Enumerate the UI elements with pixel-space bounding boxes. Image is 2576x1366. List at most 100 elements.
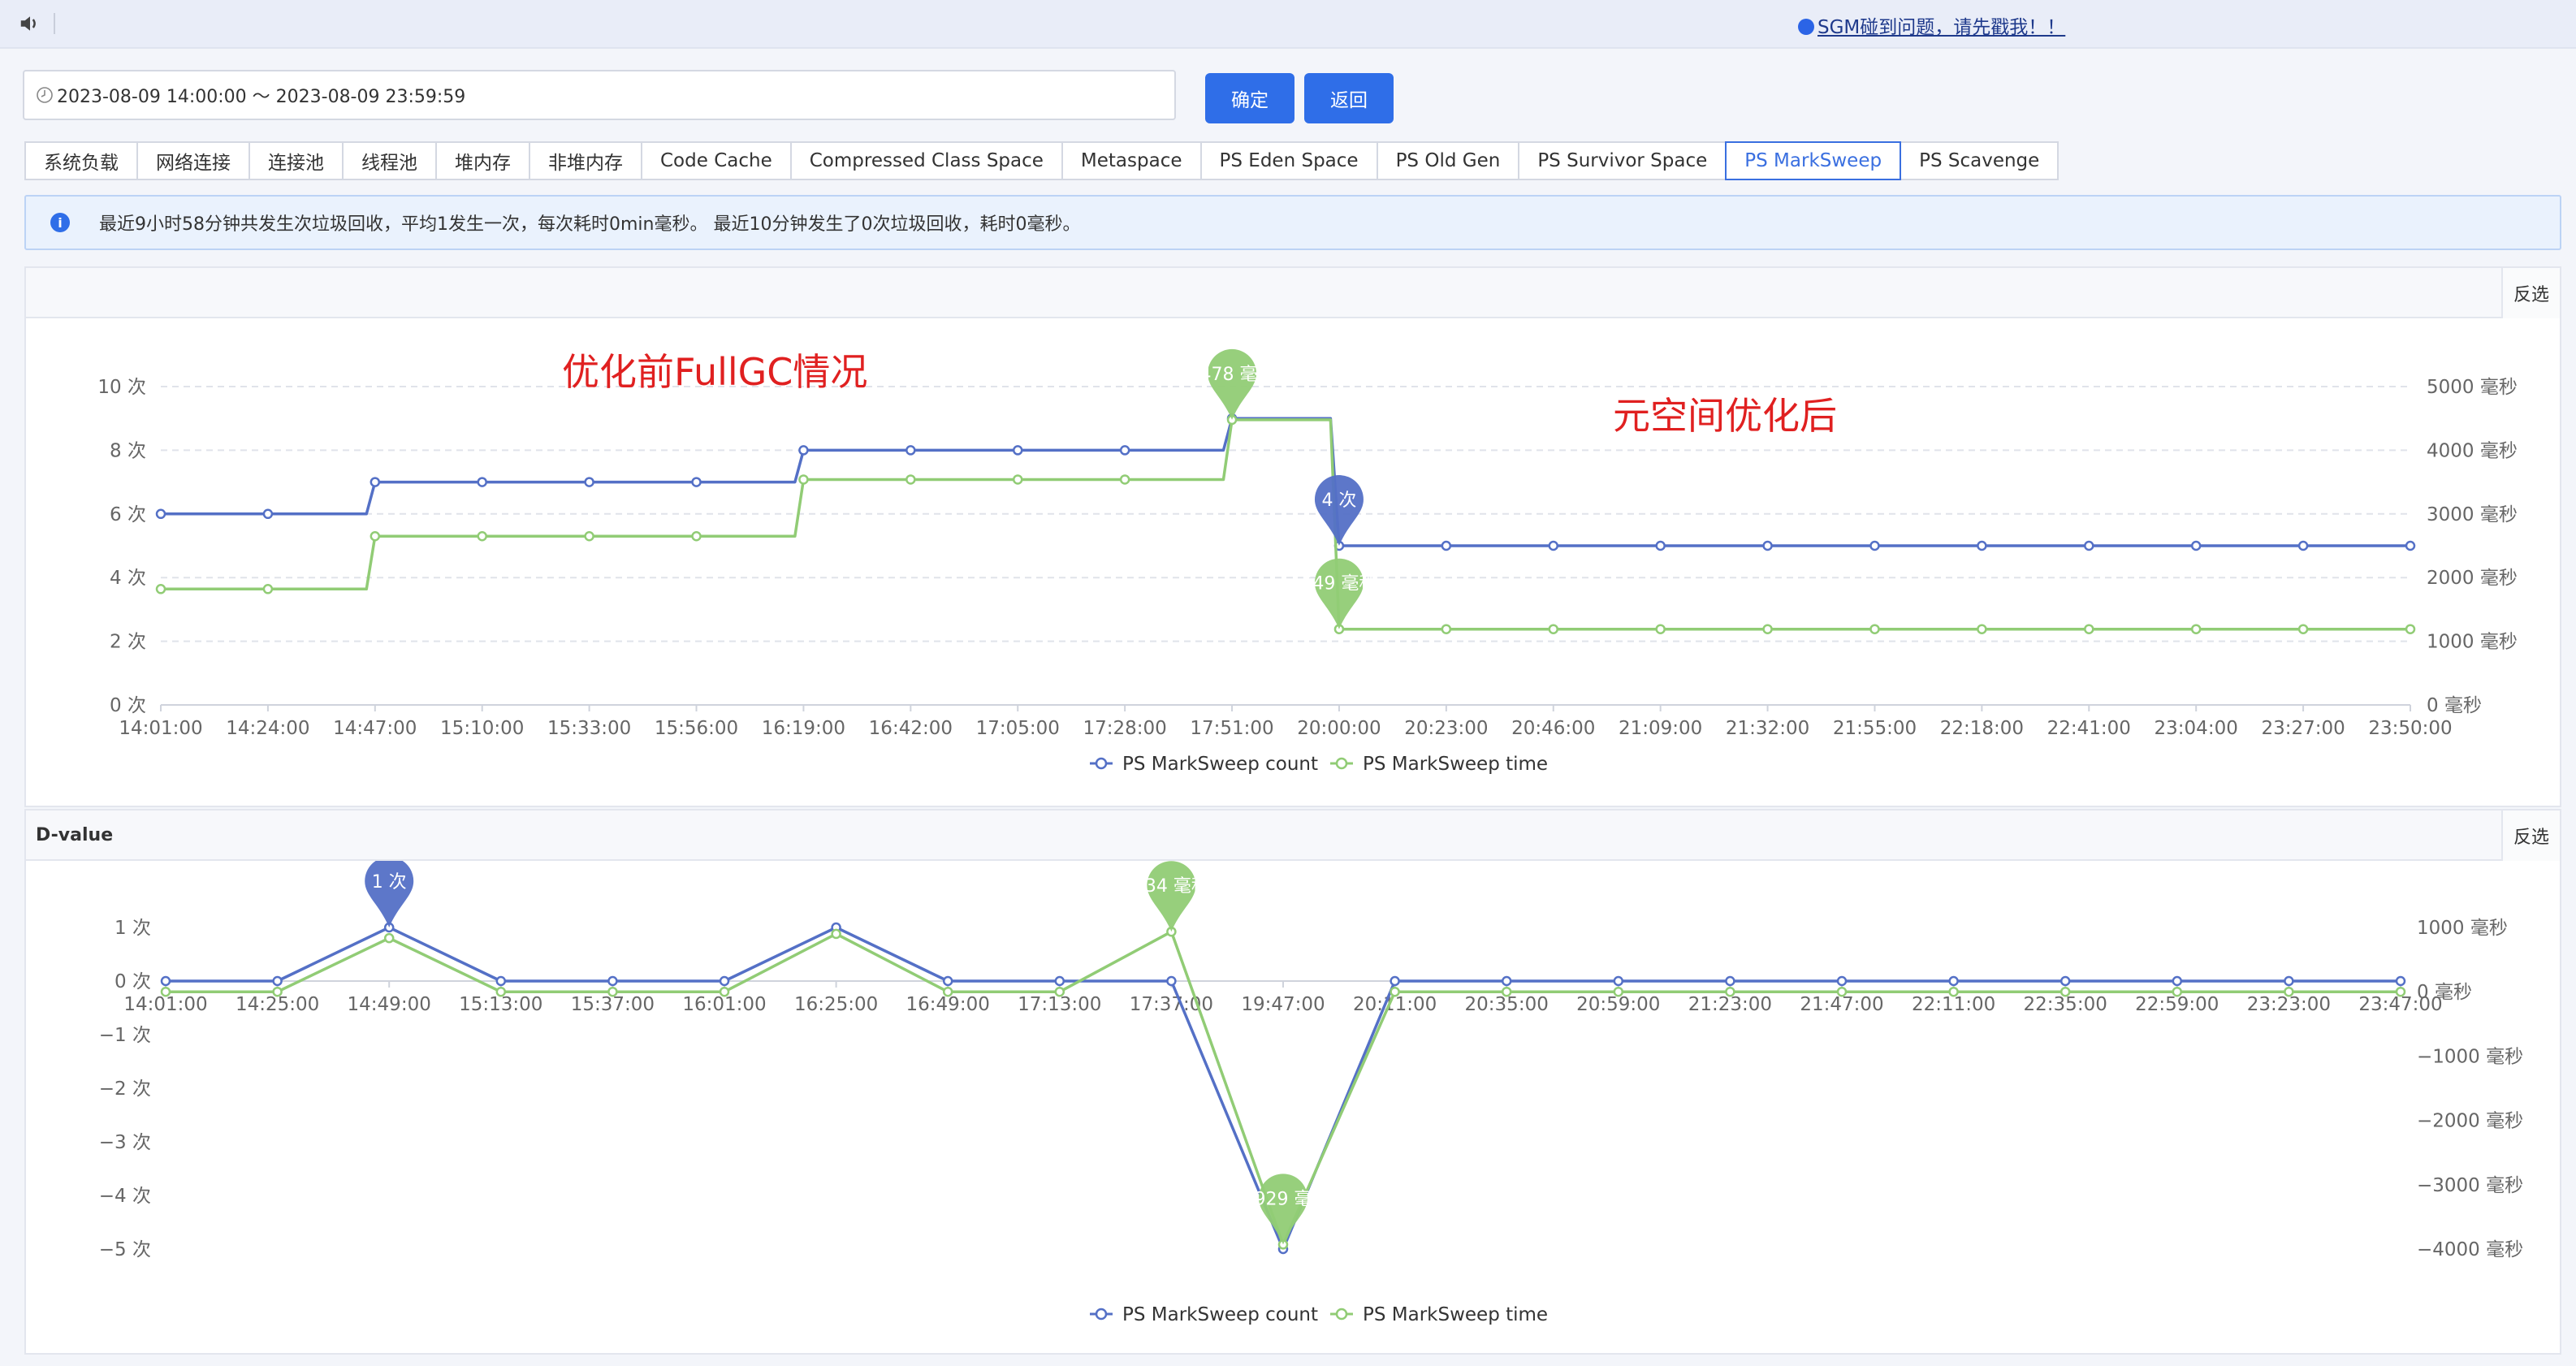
y-left-tick-label: 10 次 xyxy=(97,377,146,398)
chart-panel-dvalue: D-value 反选 −5 次 −4 次 −3 次 −2 次 −1 次 0 次 1 次 −40… xyxy=(24,809,2561,1355)
y-right-tick-label: 1000 毫秒 xyxy=(2427,632,2518,653)
data-point-time xyxy=(2405,624,2416,634)
data-point-time xyxy=(1725,986,1735,997)
x-tick-label: 14:25:00 xyxy=(236,994,319,1015)
tab-ps-survivor-space[interactable]: PS Survivor Space xyxy=(1518,141,1727,180)
tab-ps-scavenge[interactable]: PS Scavenge xyxy=(1900,141,2060,180)
tab-ps-old-gen[interactable]: PS Old Gen xyxy=(1376,141,1520,180)
tab-系统负载[interactable]: 系统负载 xyxy=(24,141,138,180)
data-point-count xyxy=(2297,540,2309,551)
y-left-tick-label: −2 次 xyxy=(99,1079,151,1100)
back-button[interactable]: 返回 xyxy=(1304,73,1394,123)
x-tick-label: 20:11:00 xyxy=(1353,994,1437,1015)
help-notice-link[interactable]: SGM碰到问题，请先戳我！！ xyxy=(1798,11,2065,39)
data-point-time xyxy=(1869,624,1880,634)
data-point-time xyxy=(1613,986,1624,997)
data-point-count xyxy=(691,477,702,487)
data-point-count xyxy=(1869,540,1880,551)
y-left-tick-label: −1 次 xyxy=(99,1025,151,1046)
x-tick-label: 22:11:00 xyxy=(1912,994,1995,1015)
help-notice-text: SGM碰到问题，请先戳我！！ xyxy=(1817,17,2066,38)
tab-非堆内存[interactable]: 非堆内存 xyxy=(529,141,642,180)
data-point-time xyxy=(1836,986,1848,997)
data-point-count xyxy=(1501,975,1512,987)
invert-selection-button[interactable]: 反选 xyxy=(2501,268,2560,318)
y-left-tick-label: 2 次 xyxy=(110,632,146,653)
marker-label: 1 次 xyxy=(372,872,407,893)
clock-icon xyxy=(37,87,53,103)
invert-selection-button[interactable]: 反选 xyxy=(2501,811,2560,861)
tab-堆内存[interactable]: 堆内存 xyxy=(435,141,530,180)
x-tick-label: 14:49:00 xyxy=(348,994,431,1015)
tab-网络连接[interactable]: 网络连接 xyxy=(136,141,250,180)
data-point-time xyxy=(2172,986,2183,997)
data-point-count xyxy=(2395,975,2406,987)
panel-header: D-value 反选 xyxy=(26,811,2560,861)
data-point-time xyxy=(942,986,953,997)
data-point-count xyxy=(1725,975,1735,987)
tab-连接池[interactable]: 连接池 xyxy=(249,141,344,180)
data-point-time xyxy=(2395,986,2406,997)
data-point-time xyxy=(383,932,395,944)
data-point-count xyxy=(1119,445,1130,456)
tab-metaspace[interactable]: Metaspace xyxy=(1061,141,1202,180)
x-tick-label: 23:04:00 xyxy=(2155,718,2238,739)
data-point-time xyxy=(1390,986,1400,997)
annotation-after: 元空间优化后 xyxy=(1613,394,1837,438)
x-tick-label: 14:01:00 xyxy=(123,994,207,1015)
x-tick-label: 17:13:00 xyxy=(1018,994,1101,1015)
data-point-count xyxy=(155,508,166,520)
x-tick-label: 20:35:00 xyxy=(1465,994,1549,1015)
marker-label: -3929 毫秒 xyxy=(1237,1189,1330,1209)
data-point-time xyxy=(1012,474,1023,485)
data-point-time xyxy=(1548,624,1559,634)
data-point-time xyxy=(831,928,841,940)
tab-ps-eden-space[interactable]: PS Eden Space xyxy=(1199,141,1378,180)
panel-header: 反选 xyxy=(26,268,2560,318)
legend-symbol xyxy=(1335,757,1348,770)
notice-dot-icon xyxy=(1798,19,1814,35)
legend-label-time: PS MarkSweep time xyxy=(1363,1304,1548,1325)
time-range-input[interactable]: 2023-08-09 14:00:00 ～ 2023-08-09 23:59:5… xyxy=(23,70,1176,120)
speaker-icon[interactable] xyxy=(18,11,42,36)
data-point-count xyxy=(2405,540,2416,551)
data-point-count xyxy=(607,975,618,987)
data-point-count xyxy=(942,975,953,987)
y-right-tick-label: 0 毫秒 xyxy=(2427,695,2482,716)
x-tick-label: 14:47:00 xyxy=(333,718,417,739)
tab-线程池[interactable]: 线程池 xyxy=(342,141,437,180)
tab-ps-marksweep[interactable]: PS MarkSweep xyxy=(1725,141,1902,180)
x-tick-label: 17:28:00 xyxy=(1083,718,1166,739)
data-point-count xyxy=(272,975,283,987)
x-tick-label: 22:59:00 xyxy=(2135,994,2219,1015)
data-point-time xyxy=(798,474,809,485)
y-left-tick-label: 8 次 xyxy=(110,440,146,461)
data-point-time xyxy=(160,986,171,997)
x-tick-label: 21:55:00 xyxy=(1833,718,1917,739)
y-right-tick-label: 1000 毫秒 xyxy=(2417,918,2508,939)
legend-label-count: PS MarkSweep count xyxy=(1122,754,1318,775)
data-point-time xyxy=(1948,986,1959,997)
x-tick-label: 14:24:00 xyxy=(226,718,309,739)
x-tick-label: 20:59:00 xyxy=(1576,994,1660,1015)
data-point-time xyxy=(1501,986,1512,997)
y-right-tick-label: −2000 毫秒 xyxy=(2417,1111,2523,1132)
y-right-tick-label: −4000 毫秒 xyxy=(2417,1239,2523,1260)
tab-compressed-class-space[interactable]: Compressed Class Space xyxy=(789,141,1063,180)
data-point-count xyxy=(1166,975,1177,987)
x-tick-label: 16:49:00 xyxy=(906,994,990,1015)
data-point-time xyxy=(2060,986,2071,997)
data-point-count xyxy=(495,975,507,987)
data-point-time xyxy=(607,986,618,997)
x-tick-label: 15:10:00 xyxy=(440,718,524,739)
data-point-count xyxy=(2084,540,2094,551)
x-tick-label: 22:35:00 xyxy=(2024,994,2107,1015)
tab-code-cache[interactable]: Code Cache xyxy=(641,141,792,180)
data-point-count xyxy=(1948,975,1959,987)
x-tick-label: 23:27:00 xyxy=(2261,718,2345,739)
data-point-count xyxy=(1836,975,1848,987)
confirm-button[interactable]: 确定 xyxy=(1205,73,1294,123)
y-right-tick-label: 3000 毫秒 xyxy=(2427,504,2518,525)
x-tick-label: 22:18:00 xyxy=(1940,718,2024,739)
data-point-time xyxy=(272,986,283,997)
